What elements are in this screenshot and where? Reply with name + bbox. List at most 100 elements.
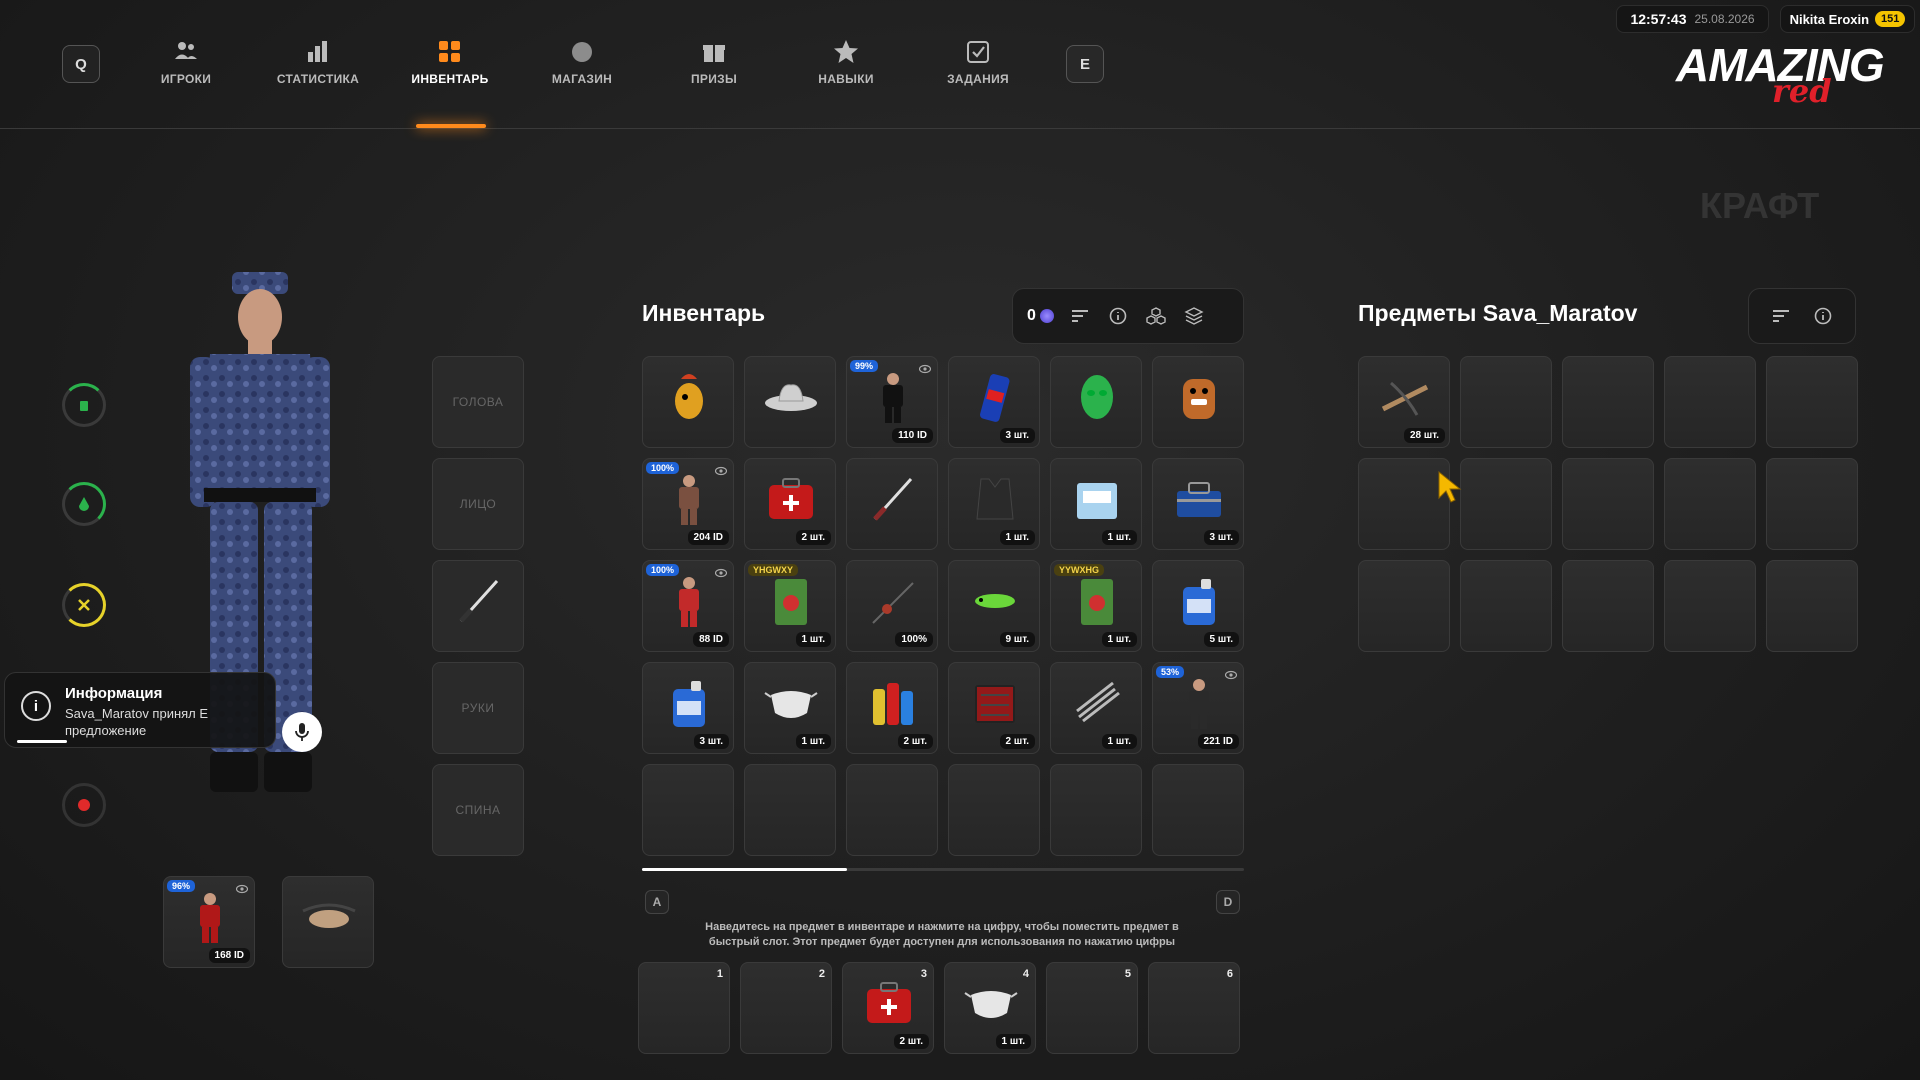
inventory-slot[interactable] [1050, 356, 1142, 448]
eye-icon[interactable] [1225, 669, 1237, 681]
quick-slot-1[interactable]: 1 [638, 962, 730, 1054]
other-info-button[interactable] [1811, 304, 1835, 328]
inventory-slot[interactable]: 3 шт. [642, 662, 734, 754]
next-tab-key[interactable]: E [1066, 45, 1104, 83]
dropbox-button[interactable] [1182, 304, 1206, 328]
eye-icon[interactable] [919, 363, 931, 375]
info-icon [1814, 307, 1832, 325]
inventory-slot[interactable]: 1 шт. [1050, 458, 1142, 550]
equipped-item-slot[interactable] [282, 876, 374, 968]
tool-case-icon [975, 685, 1015, 723]
inventory-slot[interactable]: 2 шт. [744, 458, 836, 550]
quick-slot-2[interactable]: 2 [740, 962, 832, 1054]
inventory-slot[interactable] [744, 764, 836, 856]
trade-slot[interactable] [1664, 458, 1756, 550]
equip-slot-weapon[interactable] [432, 560, 524, 652]
inventory-slot[interactable]: 53% 221 ID [1152, 662, 1244, 754]
quick-slot-3[interactable]: 2 шт. 3 [842, 962, 934, 1054]
mouse-cursor-icon [1438, 470, 1462, 503]
inventory-page-scrollbar[interactable] [642, 868, 1244, 871]
equip-slot-голова[interactable]: ГОЛОВА [432, 356, 524, 448]
quick-slot-5[interactable]: 5 [1046, 962, 1138, 1054]
trade-slot[interactable] [1358, 560, 1450, 652]
sort-button[interactable] [1068, 304, 1092, 328]
inventory-slot[interactable]: 9 шт. [948, 560, 1040, 652]
inventory-slot[interactable]: 1 шт. [948, 458, 1040, 550]
backpack-icon [1183, 379, 1215, 419]
prev-tab-key[interactable]: Q [62, 45, 100, 83]
inventory-slot[interactable] [948, 764, 1040, 856]
tab-gift[interactable]: ПРИЗЫ [659, 38, 769, 86]
inventory-slot[interactable]: 100% [846, 560, 938, 652]
trade-slot[interactable] [1664, 560, 1756, 652]
info-button[interactable] [1106, 304, 1130, 328]
craft-button[interactable] [1144, 304, 1168, 328]
equipped-item-slot[interactable]: 96% 168 ID [163, 876, 255, 968]
inventory-slot[interactable]: 5 шт. [1152, 560, 1244, 652]
tab-tasks[interactable]: ЗАДАНИЯ [923, 38, 1033, 86]
scroll-thumb[interactable] [642, 868, 847, 871]
inventory-slot[interactable] [846, 458, 938, 550]
quick-slot-4[interactable]: 1 шт. 4 [944, 962, 1036, 1054]
other-sort-button[interactable] [1769, 304, 1793, 328]
other-toolbar [1748, 288, 1856, 344]
inventory-slot[interactable] [1050, 764, 1142, 856]
eye-icon[interactable] [715, 567, 727, 579]
inventory-slot[interactable]: 3 шт. [1152, 458, 1244, 550]
inventory-slot[interactable]: 2 шт. [948, 662, 1040, 754]
trade-slot[interactable] [1766, 458, 1858, 550]
inventory-slot[interactable] [642, 356, 734, 448]
trade-slot[interactable] [1460, 458, 1552, 550]
quick-slot-6[interactable]: 6 [1148, 962, 1240, 1054]
durability-badge: 96% [167, 880, 196, 892]
equip-slot-спина[interactable]: СПИНА [432, 764, 524, 856]
trade-slot[interactable] [1562, 458, 1654, 550]
inventory-slot[interactable]: 99% 110 ID [846, 356, 938, 448]
inventory-slot[interactable]: 3 шт. [948, 356, 1040, 448]
inventory-slot[interactable] [846, 764, 938, 856]
energy-drink-icon [980, 374, 1010, 422]
trade-slot[interactable] [1766, 560, 1858, 652]
item-count: 168 ID [208, 948, 250, 963]
lure-icon [975, 594, 1015, 608]
trade-slot[interactable] [1562, 356, 1654, 448]
face-mask-icon [964, 991, 1018, 1018]
tab-shop[interactable]: МАГАЗИН [527, 38, 637, 86]
inventory-slot[interactable]: 100% 88 ID [642, 560, 734, 652]
inventory-slot[interactable]: 1 шт. [744, 662, 836, 754]
trade-slot[interactable] [1562, 560, 1654, 652]
tab-label: ЗАДАНИЯ [947, 72, 1009, 86]
inventory-slot[interactable]: 2 шт. [846, 662, 938, 754]
tab-star[interactable]: НАВЫКИ [791, 38, 901, 86]
quick-slot-number: 5 [1124, 968, 1131, 980]
durability-badge: 99% [850, 360, 879, 372]
inventory-slot[interactable]: YHGWXY 1 шт. [744, 560, 836, 652]
tab-stats[interactable]: СТАТИСТИКА [263, 38, 373, 86]
eye-icon[interactable] [715, 465, 727, 477]
tab-players[interactable]: ИГРОКИ [131, 38, 241, 86]
drop-icon [79, 497, 89, 511]
trade-slot[interactable] [1460, 356, 1552, 448]
tab-grid[interactable]: ИНВЕНТАРЬ [395, 38, 505, 86]
inventory-slot[interactable] [744, 356, 836, 448]
trade-slot[interactable] [1460, 560, 1552, 652]
microphone-button[interactable] [282, 712, 322, 752]
box-icon [1077, 483, 1117, 519]
eye-icon[interactable] [236, 883, 248, 895]
item-count: 1 шт. [1101, 632, 1137, 647]
inventory-slot[interactable]: YYWXHG 1 шт. [1050, 560, 1142, 652]
inventory-slot[interactable] [1152, 356, 1244, 448]
inventory-slot[interactable] [1152, 764, 1244, 856]
equip-slot-лицо[interactable]: ЛИЦО [432, 458, 524, 550]
inventory-slot[interactable]: 1 шт. [1050, 662, 1142, 754]
equip-slot-руки[interactable]: РУКИ [432, 662, 524, 754]
trade-slot[interactable] [1766, 356, 1858, 448]
trade-slot[interactable]: 28 шт. [1358, 356, 1450, 448]
prev-page-key[interactable]: A [645, 890, 669, 914]
trade-slot[interactable] [1664, 356, 1756, 448]
inventory-slot[interactable]: 100% 204 ID [642, 458, 734, 550]
item-count: 1 шт. [1101, 530, 1137, 545]
next-page-key[interactable]: D [1216, 890, 1240, 914]
toast-title: Информация [65, 685, 163, 702]
inventory-slot[interactable] [642, 764, 734, 856]
